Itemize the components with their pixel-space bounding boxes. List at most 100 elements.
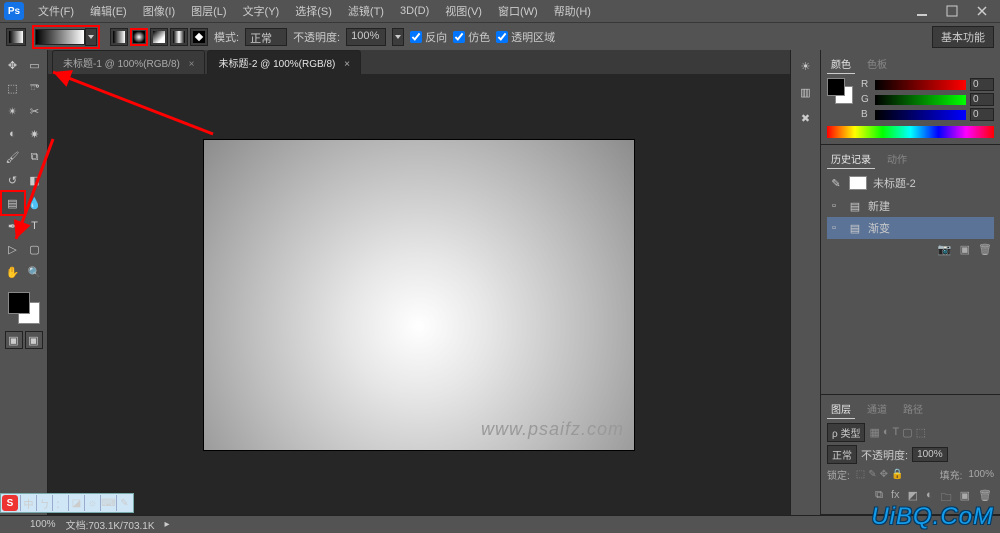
lock-paint-icon[interactable]: ✎ xyxy=(868,469,876,480)
panel-toggle-icon[interactable]: ✖ xyxy=(794,106,818,130)
color-swatch-pair[interactable] xyxy=(827,78,855,106)
filter-smart-icon[interactable]: ⬚ xyxy=(916,426,926,439)
brush-tool[interactable]: 🖌 xyxy=(2,146,24,168)
close-button[interactable] xyxy=(968,2,996,20)
menu-select[interactable]: 选择(S) xyxy=(287,0,340,22)
menu-filter[interactable]: 滤镜(T) xyxy=(340,0,392,22)
transparency-checkbox[interactable]: 透明区域 xyxy=(496,29,555,45)
foreground-swatch[interactable] xyxy=(827,78,845,96)
layer-filter-kind[interactable]: ρ 类型 xyxy=(827,423,865,442)
canvas-viewport[interactable]: www.psaifz.com xyxy=(48,74,790,515)
filter-type-icon[interactable]: T xyxy=(893,426,900,439)
history-source-row[interactable]: ✎ 未标题-2 xyxy=(827,173,994,193)
color-slider[interactable] xyxy=(875,80,966,90)
standard-mode-icon[interactable]: ▣ xyxy=(5,331,23,349)
history-brush-tool[interactable]: ↺ xyxy=(2,169,24,191)
lock-transparent-icon[interactable]: ⬚ xyxy=(856,469,865,480)
artboard-tool[interactable]: ▭ xyxy=(24,54,46,76)
gradient-type-linear[interactable] xyxy=(110,28,128,46)
fill-input[interactable]: 100% xyxy=(968,469,994,480)
filter-shape-icon[interactable]: ▢ xyxy=(902,426,912,439)
move-tool[interactable]: ✥ xyxy=(2,54,24,76)
ime-button[interactable]: ☼ xyxy=(84,495,100,511)
blur-tool[interactable]: 💧 xyxy=(24,192,46,214)
tab-channels[interactable]: 通道 xyxy=(863,399,891,419)
gradient-type-reflected[interactable] xyxy=(170,28,188,46)
history-step-toggle[interactable]: ▫ xyxy=(832,222,842,234)
crop-tool[interactable]: ✂ xyxy=(24,100,46,122)
eraser-tool[interactable]: ◧ xyxy=(24,169,46,191)
menu-view[interactable]: 视图(V) xyxy=(437,0,490,22)
tab-paths[interactable]: 路径 xyxy=(899,399,927,419)
minimize-button[interactable] xyxy=(908,2,936,20)
transparency-checkbox-box[interactable] xyxy=(496,31,508,43)
document-tab[interactable]: 未标题-2 @ 100%(RGB/8) × xyxy=(207,50,360,74)
ime-toolbar[interactable]: S 中ㄅ：◪☼⌨✎ xyxy=(0,493,134,513)
menu-edit[interactable]: 编辑(E) xyxy=(82,0,135,22)
lasso-tool[interactable]: ా xyxy=(24,77,46,99)
blend-mode-select[interactable]: 正常 xyxy=(245,28,287,46)
status-chevron-icon[interactable]: ▸ xyxy=(165,519,170,530)
ime-button[interactable]: ： xyxy=(52,495,68,511)
foreground-swatch[interactable] xyxy=(8,292,30,314)
gradient-preset-dropdown[interactable] xyxy=(85,28,97,46)
magic-wand-tool[interactable]: ✴ xyxy=(2,100,24,122)
opacity-input[interactable]: 100% xyxy=(346,28,386,46)
menu-layer[interactable]: 图层(L) xyxy=(183,0,234,22)
menu-type[interactable]: 文字(Y) xyxy=(235,0,288,22)
pen-tool[interactable]: ✒ xyxy=(2,215,24,237)
history-step-row[interactable]: ▫▤渐变 xyxy=(827,217,994,239)
filter-pixel-icon[interactable]: ▦ xyxy=(869,426,879,439)
panel-toggle-icon[interactable]: ☀ xyxy=(794,54,818,78)
workspace-select[interactable]: 基本功能 xyxy=(932,26,994,48)
clone-stamp-tool[interactable]: ⧉ xyxy=(24,146,46,168)
ime-button[interactable]: ◪ xyxy=(68,495,84,511)
doc-size-info[interactable]: 文档:703.1K/703.1K xyxy=(66,517,155,532)
color-value-input[interactable]: 0 xyxy=(970,93,994,106)
color-slider[interactable] xyxy=(875,110,966,120)
trash-icon[interactable]: 🗑 xyxy=(978,243,992,256)
lock-all-icon[interactable]: 🔒 xyxy=(891,469,903,480)
filter-adjust-icon[interactable]: ◐ xyxy=(883,426,890,439)
tab-actions[interactable]: 动作 xyxy=(883,149,911,169)
marquee-tool[interactable]: ⬚ xyxy=(2,77,24,99)
menu-help[interactable]: 帮助(H) xyxy=(546,0,599,22)
color-value-input[interactable]: 0 xyxy=(970,78,994,91)
history-step-row[interactable]: ▫▤新建 xyxy=(827,195,994,217)
gradient-tool[interactable]: ▤ xyxy=(2,192,24,214)
quickmask-mode-icon[interactable]: ▣ xyxy=(25,331,43,349)
ime-logo-icon[interactable]: S xyxy=(2,495,18,511)
document-canvas[interactable]: www.psaifz.com xyxy=(204,140,634,450)
tab-history[interactable]: 历史记录 xyxy=(827,149,875,169)
history-step-toggle[interactable]: ▫ xyxy=(832,200,842,212)
tab-color[interactable]: 颜色 xyxy=(827,54,855,74)
menu-file[interactable]: 文件(F) xyxy=(30,0,82,22)
close-icon[interactable]: × xyxy=(189,59,195,70)
menu-3d[interactable]: 3D(D) xyxy=(392,2,437,20)
color-slider[interactable] xyxy=(875,95,966,105)
maximize-button[interactable] xyxy=(938,2,966,20)
menu-window[interactable]: 窗口(W) xyxy=(490,0,546,22)
gradient-type-radial[interactable] xyxy=(130,28,148,46)
eyedropper-tool[interactable]: ◐ xyxy=(2,123,24,145)
close-icon[interactable]: × xyxy=(344,59,350,70)
layer-blend-select[interactable]: 正常 xyxy=(827,445,857,464)
current-tool-icon[interactable] xyxy=(6,28,26,46)
snapshot-icon[interactable]: 📷 xyxy=(938,243,952,256)
ime-button[interactable]: ✎ xyxy=(116,495,132,511)
tab-layers[interactable]: 图层 xyxy=(827,399,855,419)
color-spectrum-strip[interactable] xyxy=(827,126,994,138)
opacity-dropdown[interactable] xyxy=(392,28,404,46)
gradient-preview[interactable] xyxy=(35,29,85,45)
lock-position-icon[interactable]: ✥ xyxy=(880,469,888,480)
panel-toggle-icon[interactable]: ▥ xyxy=(794,80,818,104)
color-swatch-pair[interactable] xyxy=(6,290,42,326)
layer-opacity-input[interactable]: 100% xyxy=(912,447,948,462)
document-tab[interactable]: 未标题-1 @ 100%(RGB/8) × xyxy=(52,50,205,74)
shape-tool[interactable]: ▢ xyxy=(24,238,46,260)
gradient-type-diamond[interactable] xyxy=(190,28,208,46)
zoom-level[interactable]: 100% xyxy=(30,519,56,530)
path-select-tool[interactable]: ▷ xyxy=(2,238,24,260)
reverse-checkbox-box[interactable] xyxy=(410,31,422,43)
zoom-tool[interactable]: 🔍 xyxy=(24,261,46,283)
